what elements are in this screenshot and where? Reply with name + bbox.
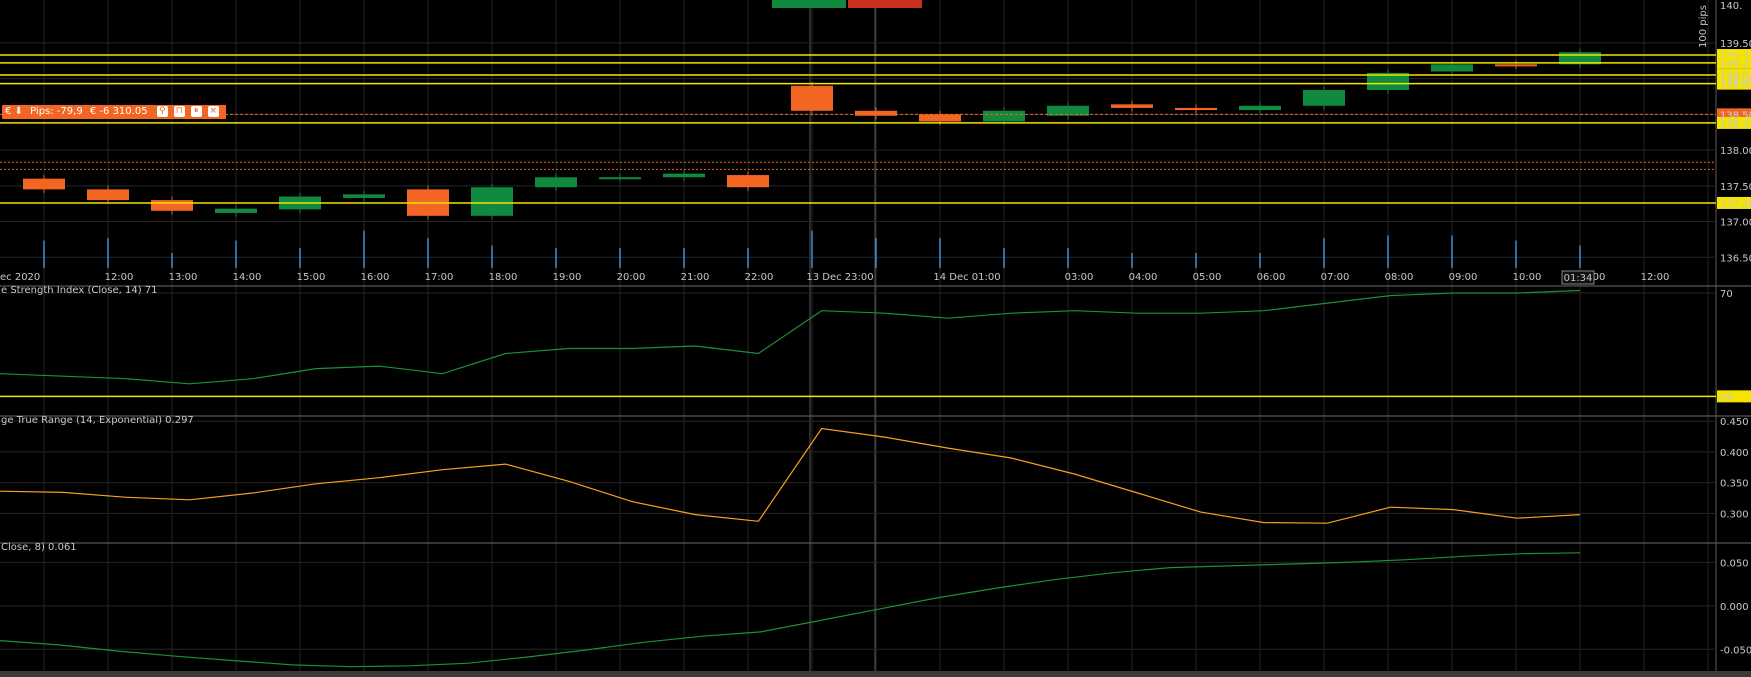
horizontal-scrollbar[interactable] [0,671,1751,677]
time-tick-label: 19:00 [553,272,582,283]
candle[interactable] [919,114,961,122]
close-position-icon[interactable]: × [207,105,219,117]
pause-icon[interactable]: ⏸ [190,105,202,117]
time-tick-label: 04:00 [1129,272,1158,283]
time-tick-label: 20:00 [617,272,646,283]
position-bar[interactable]: € ⬇ Pips: -79,9 € -6 310.05 ⚲ ⊓ ⏸ × [2,105,226,119]
price-tick-label: 138.00 [1720,146,1751,157]
attach-stop-icon[interactable]: ⚲ [156,105,168,117]
indicator-tick-label: 0.050 [1720,558,1749,569]
time-tick-label: 12:00 [105,272,134,283]
indicator-tick-label: 0.000 [1720,602,1749,613]
level-label: 137.26 [1720,199,1751,210]
time-tick-label: 16:00 [361,272,390,283]
candle[interactable] [855,110,897,116]
order-tag-right[interactable] [848,0,922,8]
attach-limit-icon[interactable]: ⊓ [173,105,185,117]
candle[interactable] [1111,104,1153,108]
time-tick-label: 13:00 [169,272,198,283]
pips-scale-label: 100 pips [1698,5,1709,48]
time-tick-label: 10:00 [1513,272,1542,283]
atr-panel[interactable]: 0.450 0.400 0.350 0.300 ge True Range (14, E… [0,415,1749,524]
level-label: 139.2 [1720,59,1749,70]
grid-layer [0,0,1751,671]
rsi-tick-label: 70 [1720,289,1733,300]
candle[interactable] [1175,107,1217,111]
candle[interactable] [983,110,1025,122]
time-tick-label: 21:00 [681,272,710,283]
indicator-tick-label: 0.300 [1720,509,1749,520]
price-tick-label: 137.00 [1720,218,1751,229]
candle[interactable] [1303,90,1345,106]
time-tick-label: 14 Dec 01:00 [933,272,1000,283]
candle[interactable] [663,173,705,178]
time-tick-label: 15:00 [297,272,326,283]
price-tick-label: 138.50 [1720,110,1751,121]
candle[interactable] [215,208,257,213]
indicator-tick-label: 0.450 [1720,417,1749,428]
volume-ticks [43,230,1581,268]
time-tick-label: 18:00 [489,272,518,283]
time-tick-label: 06:00 [1257,272,1286,283]
position-prefix: € ⬇ [5,106,23,117]
price-tick-label: 136.50 [1720,253,1751,264]
indicator-title: e Strength Index (Close, 14) 71 [1,285,158,296]
time-tick-label: 22:00 [745,272,774,283]
candle[interactable] [343,194,385,198]
candle[interactable] [87,189,129,201]
candle[interactable] [791,85,833,111]
candle[interactable] [535,177,577,188]
candle[interactable] [599,177,641,180]
time-tick-label: 05:00 [1193,272,1222,283]
candle[interactable] [151,200,193,211]
series-line[interactable] [0,289,1581,385]
candle[interactable] [1431,64,1473,72]
rsi-level-label: 29 [1720,392,1733,403]
time-tick-label: 12:00 [1641,272,1670,283]
candle[interactable] [471,187,513,216]
candle[interactable] [727,175,769,188]
time-axis: ec 2020 12:00 13:00 14:00 15:00 16:00 17:00 18:… [0,270,1670,285]
time-tick-label: 09:00 [1449,272,1478,283]
indicator-tick-label: 0.350 [1720,479,1749,490]
price-axis[interactable]: 139.50 139.00 138.50 138.00 137.50 137.00 136.… [1720,1,1751,264]
candle[interactable] [23,178,65,190]
position-pips: Pips: -79,9 [30,106,83,117]
price-tick-label: 139.50 [1720,39,1751,50]
time-tick-label: 08:00 [1385,272,1414,283]
position-pnl: € -6 310.05 [89,106,148,117]
candle[interactable] [1239,105,1281,111]
price-tick-label: 139.00 [1720,75,1751,86]
time-tick-label: 17:00 [425,272,454,283]
time-tick-label: 07:00 [1321,272,1350,283]
series-line[interactable] [0,427,1581,524]
time-tick-label: ec 2020 [0,272,40,283]
indicator-title: ge True Range (14, Exponential) 0.297 [1,415,194,426]
indicator-tick-label: 0.400 [1720,448,1749,459]
time-tick-label: 14:00 [233,272,262,283]
indicator-tick-label: -0.050 [1720,645,1751,656]
current-time-label: 01:34 [1564,273,1593,284]
candle[interactable] [1495,64,1537,67]
order-tag-left[interactable] [772,0,846,8]
price-tick-label: 137.50 [1720,182,1751,193]
indicator-title: Close, 8) 0.061 [1,542,77,553]
chart-canvas[interactable]: 139.3139.2139.0138.93138.50138.3137.26 e… [0,0,1751,677]
price-tick-label: 140. [1720,1,1742,12]
time-tick-label: 13 Dec 23:00 [806,272,873,283]
time-tick-label: 03:00 [1065,272,1094,283]
